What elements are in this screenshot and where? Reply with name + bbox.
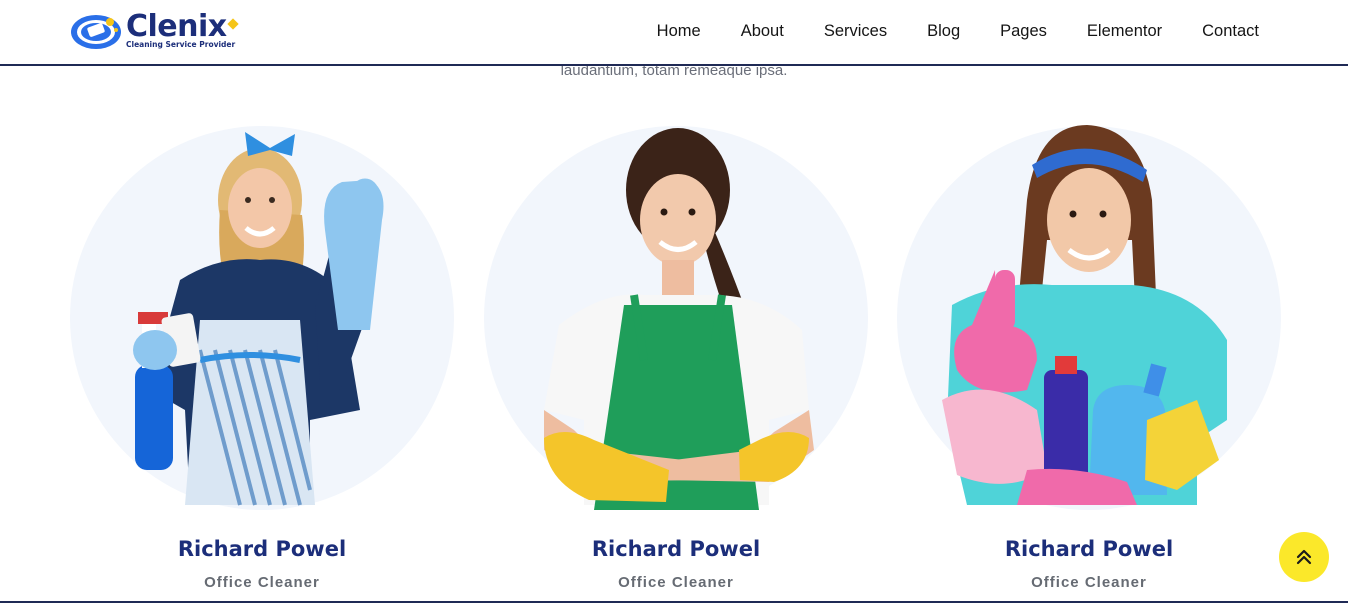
double-chevron-up-icon: [1296, 549, 1312, 565]
nav-blog[interactable]: Blog: [927, 21, 960, 41]
member-role: Office Cleaner: [618, 574, 734, 591]
cleaner-thumbs-up-image: [942, 125, 1227, 505]
team-card: Richard Powel Office Cleaner: [70, 120, 454, 591]
member-name[interactable]: Richard Powel: [897, 537, 1281, 561]
team-card: Richard Powel Office Cleaner: [484, 120, 868, 591]
nav-services[interactable]: Services: [824, 21, 887, 41]
cleaner-blue-apron-image: [133, 132, 384, 506]
main-nav: Home About Services Blog Pages Elementor…: [617, 21, 1259, 41]
member-role: Office Cleaner: [204, 574, 320, 591]
site-header: Clenix Cleaning Service Provider Home Ab…: [0, 0, 1348, 66]
nav-about[interactable]: About: [741, 21, 784, 41]
nav-elementor[interactable]: Elementor: [1087, 21, 1162, 41]
nav-home[interactable]: Home: [657, 21, 701, 41]
brand-logo[interactable]: Clenix Cleaning Service Provider: [70, 9, 239, 52]
team-card: Richard Powel Office Cleaner: [897, 120, 1281, 591]
scroll-to-top-button[interactable]: [1279, 532, 1329, 582]
nav-pages[interactable]: Pages: [1000, 21, 1047, 41]
brand-name: Clenix: [126, 9, 227, 44]
nav-contact[interactable]: Contact: [1202, 21, 1259, 41]
member-name[interactable]: Richard Powel: [70, 537, 454, 561]
cleaner-green-apron-image: [544, 128, 814, 510]
member-photo[interactable]: [70, 120, 454, 510]
member-photo[interactable]: [897, 120, 1281, 510]
member-role: Office Cleaner: [1031, 574, 1147, 591]
brand-tagline: Cleaning Service Provider: [126, 40, 236, 49]
member-name[interactable]: Richard Powel: [484, 537, 868, 561]
member-photo[interactable]: [484, 120, 868, 510]
logo-icon: [71, 15, 121, 49]
